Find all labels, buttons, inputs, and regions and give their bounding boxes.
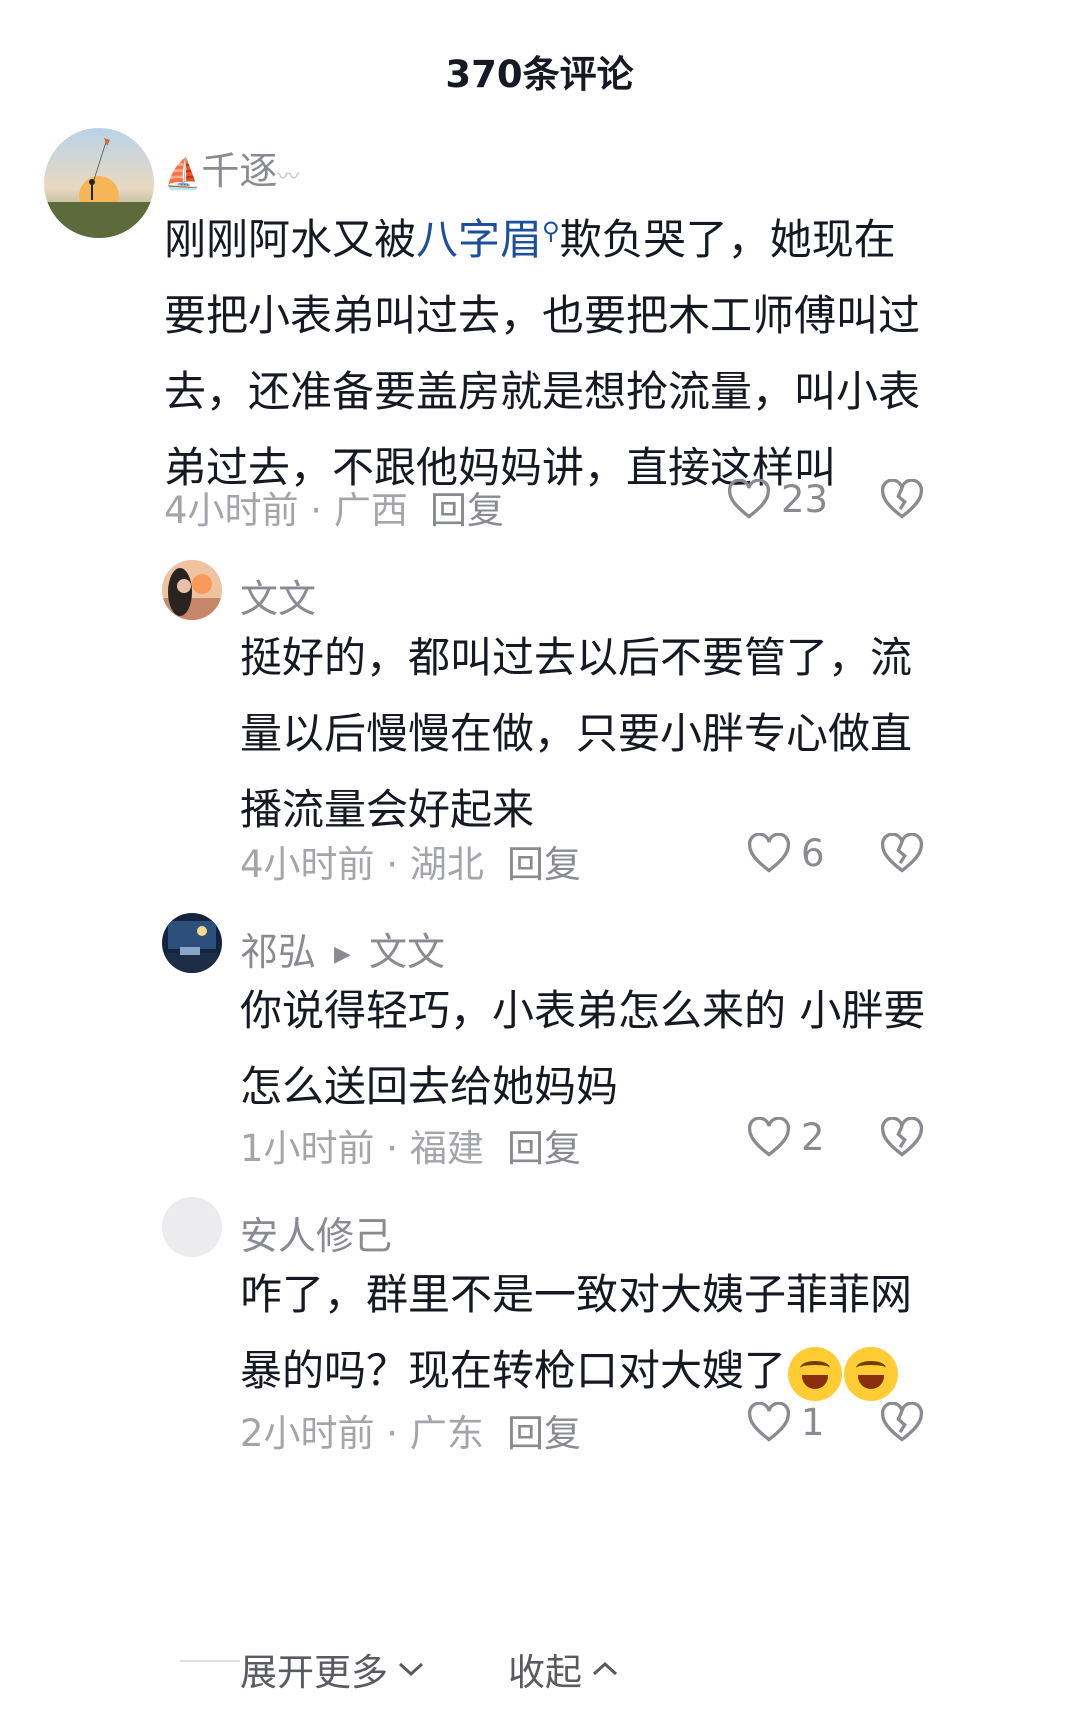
reply-arrow-icon: ▶ [334,942,351,967]
like-count: 2 [801,1116,825,1159]
comment-text: 刚刚阿水又被八字眉⚲欺负哭了，她现在要把小表弟叫过去，也要把木工师傅叫过去，还准… [164,215,921,492]
dislike-button[interactable] [880,832,924,879]
dislike-button[interactable] [880,478,924,525]
sunset-kite-avatar [44,128,154,238]
username[interactable]: ⛵千逐〰 [164,140,299,195]
comments-count-title: 370条评论 [445,53,634,96]
avatar[interactable] [162,560,222,620]
avatar[interactable] [162,1197,222,1257]
laugh-cry-emoji [844,1346,899,1401]
broken-heart-icon [880,1401,924,1442]
heart-icon [747,1116,791,1157]
collapse-button[interactable]: 收起 [508,1642,620,1696]
comment-time-location: 4小时前 · 广西 [164,489,408,532]
dislike-button[interactable] [880,1401,924,1448]
heart-icon [727,478,771,519]
dislike-button[interactable] [880,1116,924,1163]
like-count: 1 [801,1401,825,1444]
broken-heart-icon [880,1116,924,1157]
laugh-cry-emoji [788,1346,843,1401]
broken-heart-icon [880,478,924,519]
broken-heart-icon [880,832,924,873]
like-button[interactable]: 1 [747,1401,825,1444]
reply-button[interactable]: 回复 [507,1403,581,1457]
comment-time-location: 1小时前 · 福建 [240,1127,484,1170]
like-button[interactable]: 2 [747,1116,825,1159]
heart-icon [747,1401,791,1442]
like-count: 23 [781,478,829,521]
chevron-down-icon [398,1662,424,1677]
reply-button[interactable]: 回复 [507,1118,581,1172]
search-keyword-link[interactable]: 八字眉 [416,215,542,264]
reply-button[interactable]: 回复 [430,480,504,534]
comment-text: 咋了，群里不是一致对大姨子菲菲网暴的吗？现在转枪口对大嫂了 [240,1257,940,1409]
username[interactable]: 安人修己 [240,1205,392,1260]
collapse-label: 收起 [508,1651,582,1694]
comment-time-location: 4小时前 · 湖北 [240,843,484,886]
expand-more-button[interactable]: 展开更多 [240,1642,426,1696]
like-count: 6 [801,832,825,875]
boat-icon: ⛵ [164,157,202,192]
girl-sunset-avatar [162,560,222,620]
like-button[interactable]: 6 [747,832,825,875]
comment-text: 你说得轻巧，小表弟怎么来的 小胖要怎么送回去给她妈妈 [240,986,926,1111]
avatar[interactable] [162,913,222,973]
divider [180,1660,240,1662]
like-button[interactable]: 23 [727,478,828,521]
blank-avatar [162,1197,222,1257]
avatar[interactable] [44,128,154,238]
username[interactable]: 祁弘 ▶ 文文 [240,921,445,976]
heart-icon [747,832,791,873]
reply-to-username[interactable]: 文文 [369,930,445,974]
username[interactable]: 文文 [240,568,316,623]
search-icon: ⚲ [542,217,560,245]
night-room-avatar [162,913,222,973]
wing-decoration-icon: 〰 [277,165,300,190]
chevron-up-icon [592,1661,618,1676]
comment-text: 挺好的，都叫过去以后不要管了，流量以后慢慢在做，只要小胖专心做直播流量会好起来 [240,633,913,834]
expand-more-label: 展开更多 [240,1651,388,1694]
comment-time-location: 2小时前 · 广东 [240,1412,484,1455]
reply-button[interactable]: 回复 [507,834,581,888]
